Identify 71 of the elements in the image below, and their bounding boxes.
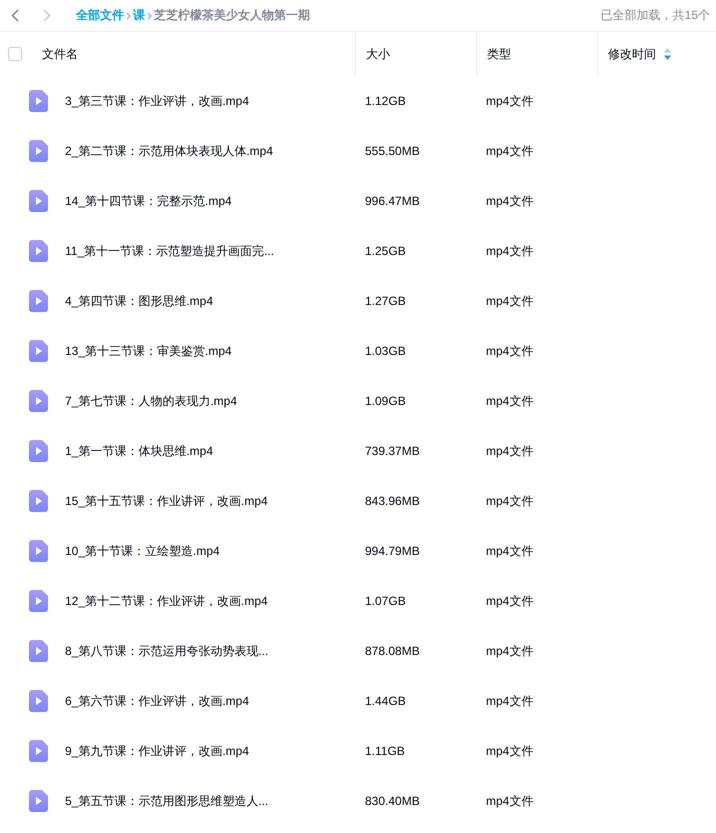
file-name[interactable]: 12_第十二节课：作业评讲，改画.mp4 — [65, 592, 268, 610]
file-name[interactable]: 15_第十五节课：作业讲评，改画.mp4 — [65, 492, 268, 510]
chevron-left-icon — [11, 9, 19, 22]
video-file-icon — [29, 240, 48, 262]
file-size: 843.96MB — [364, 494, 420, 508]
file-name[interactable]: 7_第七节课：人物的表现力.mp4 — [65, 392, 238, 410]
file-type: mp4文件 — [485, 744, 534, 758]
file-size: 1.09GB — [364, 394, 406, 408]
file-size: 1.03GB — [364, 344, 406, 358]
video-file-icon — [29, 390, 48, 412]
video-file-icon — [29, 490, 48, 512]
file-name[interactable]: 3_第三节课：作业评讲，改画.mp4 — [65, 92, 250, 110]
video-file-icon — [29, 590, 48, 612]
file-type: mp4文件 — [485, 594, 534, 608]
file-type: mp4文件 — [485, 644, 534, 658]
file-type: mp4文件 — [485, 294, 534, 308]
video-file-icon — [29, 440, 48, 462]
file-size: 1.27GB — [364, 294, 406, 308]
file-size: 1.12GB — [364, 94, 406, 108]
select-all-checkbox[interactable] — [8, 47, 22, 61]
file-name[interactable]: 2_第二节课：示范用体块表现人体.mp4 — [65, 142, 274, 160]
file-type: mp4文件 — [485, 144, 534, 158]
file-name[interactable]: 14_第十四节课：完整示范.mp4 — [65, 192, 232, 210]
video-file-icon — [29, 540, 48, 562]
file-size: 994.79MB — [364, 544, 420, 558]
file-type: mp4文件 — [485, 794, 534, 808]
file-size: 878.08MB — [364, 644, 420, 658]
file-name[interactable]: 1_第一节课：体块思维.mp4 — [65, 442, 214, 460]
file-type: mp4文件 — [485, 244, 534, 258]
separator-icon — [147, 12, 152, 20]
video-file-icon — [29, 290, 48, 312]
video-file-icon — [29, 790, 48, 812]
file-name[interactable]: 9_第九节课：作业讲评，改画.mp4 — [65, 742, 250, 760]
file-type: mp4文件 — [485, 94, 534, 108]
file-name[interactable]: 4_第四节课：图形思维.mp4 — [65, 292, 214, 310]
video-file-icon — [29, 690, 48, 712]
file-name[interactable]: 13_第十三节课：审美鉴赏.mp4 — [65, 342, 232, 360]
file-type: mp4文件 — [485, 444, 534, 458]
file-name[interactable]: 10_第十节课：立绘塑造.mp4 — [65, 542, 220, 560]
column-header[interactable]: 文件名 — [42, 46, 78, 62]
file-name[interactable]: 5_第五节课：示范用图形思维塑造人... — [65, 792, 268, 810]
file-size: 1.44GB — [364, 694, 406, 708]
column-header[interactable]: 大小 — [366, 46, 390, 62]
file-size: 1.25GB — [364, 244, 406, 258]
file-type: mp4文件 — [485, 694, 534, 708]
chevron-right-icon — [43, 9, 51, 22]
file-type: mp4文件 — [485, 344, 534, 358]
file-size: 555.50MB — [364, 144, 420, 158]
file-name[interactable]: 8_第八节课：示范运用夸张动势表现... — [65, 642, 268, 660]
status-text: 已全部加载，共15个 — [600, 7, 711, 24]
column-header[interactable]: 修改时间 — [608, 46, 656, 62]
file-size: 996.47MB — [364, 194, 420, 208]
video-file-icon — [29, 90, 48, 112]
column-header[interactable]: 类型 — [487, 46, 511, 62]
file-name[interactable]: 6_第六节课：作业评讲，改画.mp4 — [65, 692, 250, 710]
video-file-icon — [29, 740, 48, 762]
file-type: mp4文件 — [485, 494, 534, 508]
file-size: 830.40MB — [364, 794, 420, 808]
file-name[interactable]: 11_第十一节课：示范塑造提升画面完... — [65, 242, 274, 260]
file-type: mp4文件 — [485, 394, 534, 408]
video-file-icon — [29, 640, 48, 662]
video-file-icon — [29, 190, 48, 212]
sort-icon[interactable] — [664, 48, 671, 60]
file-size: 1.11GB — [364, 744, 405, 758]
file-size: 739.37MB — [364, 444, 420, 458]
video-file-icon — [29, 340, 48, 362]
video-file-icon — [29, 140, 48, 162]
file-type: mp4文件 — [485, 544, 534, 558]
file-size: 1.07GB — [364, 594, 406, 608]
file-type: mp4文件 — [485, 194, 534, 208]
separator-icon — [126, 12, 131, 20]
